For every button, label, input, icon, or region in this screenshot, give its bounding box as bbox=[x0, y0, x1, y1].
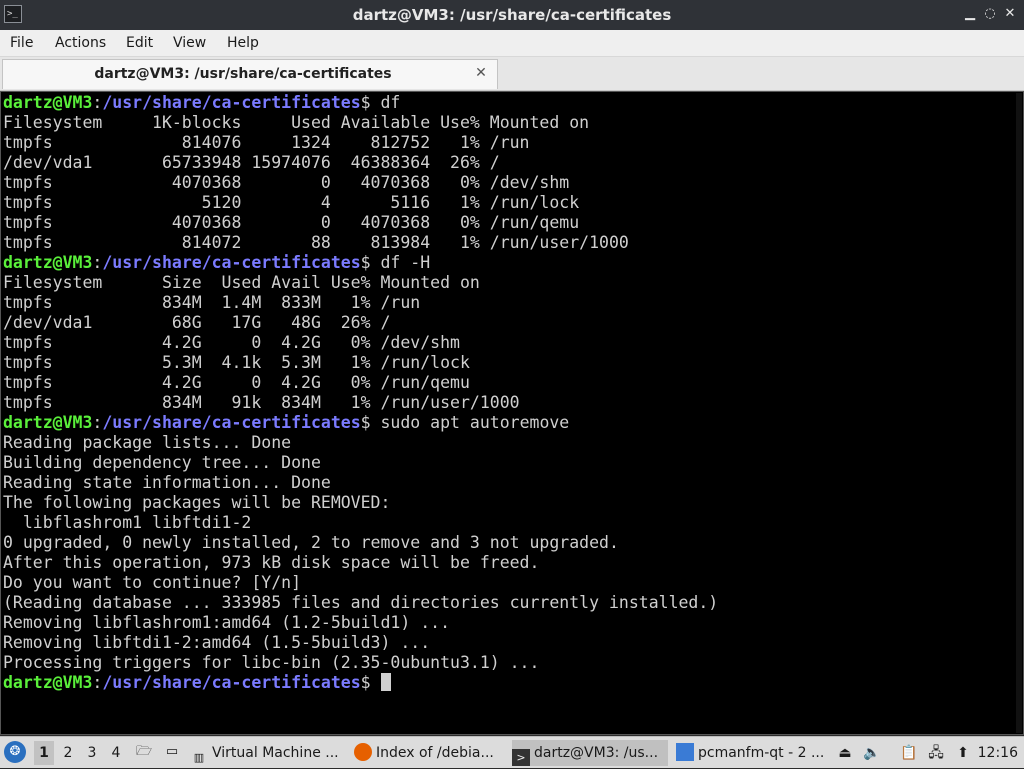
menu-file[interactable]: File bbox=[10, 30, 33, 56]
terminal-output-line: tmpfs 814076 1324 812752 1% /run bbox=[3, 133, 530, 152]
eject-icon[interactable]: ⏏ bbox=[836, 743, 854, 763]
terminal-view[interactable]: dartz@VM3:/usr/share/ca-certificates$ df… bbox=[0, 91, 1024, 735]
prompt-end: $ bbox=[360, 413, 381, 432]
clipboard-icon[interactable]: 📋 bbox=[900, 743, 918, 763]
terminal-output-line: /dev/vda1 68G 17G 48G 26% / bbox=[3, 313, 391, 332]
terminal-output-line: The following packages will be REMOVED: bbox=[3, 493, 391, 512]
vm-icon: ▥ bbox=[193, 751, 205, 764]
task-label: dartz@VM3: /us... bbox=[534, 745, 659, 761]
volume-icon[interactable]: 🔈 bbox=[862, 743, 882, 763]
terminal-output-line: Reading state information... Done bbox=[3, 473, 331, 492]
prompt-path: /usr/share/ca-certificates bbox=[102, 413, 361, 432]
clock[interactable]: 12:16 bbox=[978, 737, 1018, 769]
minimize-icon[interactable]: ▁ bbox=[962, 6, 978, 22]
terminal-output-line: tmpfs 4070368 0 4070368 0% /run/qemu bbox=[3, 213, 580, 232]
update-icon[interactable]: ⬆ bbox=[954, 743, 972, 763]
tab-terminal[interactable]: dartz@VM3: /usr/share/ca-certificates ✕ bbox=[2, 59, 498, 89]
taskbar: ❂ 1 2 3 4 🗁 ▭ ▥ Virtual Machine ... Index… bbox=[0, 736, 1024, 768]
terminal-output-line: Reading package lists... Done bbox=[3, 433, 292, 452]
prompt-separator: : bbox=[92, 673, 103, 692]
command-text: sudo apt autoremove bbox=[380, 413, 570, 432]
prompt-separator: : bbox=[92, 253, 103, 272]
menu-help[interactable]: Help bbox=[227, 30, 259, 56]
task-virtual-machine[interactable]: ▥ Virtual Machine ... bbox=[190, 740, 346, 766]
maximize-icon[interactable]: ◌ bbox=[982, 6, 998, 22]
terminal-output-line: After this operation, 973 kB disk space … bbox=[3, 553, 540, 572]
prompt-user: dartz@VM3 bbox=[3, 413, 93, 432]
menu-bar: File Actions Edit View Help bbox=[0, 30, 1024, 57]
terminal-output-line: tmpfs 4.2G 0 4.2G 0% /run/qemu bbox=[3, 373, 470, 392]
terminal-scrollbar[interactable] bbox=[1016, 93, 1022, 733]
terminal-prompt-line: dartz@VM3:/usr/share/ca-certificates$ bbox=[3, 673, 718, 693]
terminal-prompt-line: dartz@VM3:/usr/share/ca-certificates$ df bbox=[3, 93, 718, 113]
prompt-path: /usr/share/ca-certificates bbox=[102, 253, 361, 272]
terminal-output-line: tmpfs 4.2G 0 4.2G 0% /dev/shm bbox=[3, 333, 460, 352]
terminal-prompt-line: dartz@VM3:/usr/share/ca-certificates$ su… bbox=[3, 413, 718, 433]
terminal-output-line: /dev/vda1 65733948 15974076 46388364 26%… bbox=[3, 153, 500, 172]
prompt-end: $ bbox=[360, 93, 381, 112]
task-label: Index of /debia... bbox=[376, 745, 494, 761]
menu-icon[interactable]: ❂ bbox=[4, 741, 26, 763]
workspace-3[interactable]: 3 bbox=[82, 741, 102, 765]
prompt-separator: : bbox=[92, 413, 103, 432]
terminal-output-line: tmpfs 814072 88 813984 1% /run/user/1000 bbox=[3, 233, 629, 252]
task-firefox[interactable]: Index of /debia... bbox=[354, 740, 504, 766]
prompt-separator: : bbox=[92, 93, 103, 112]
tab-bar: dartz@VM3: /usr/share/ca-certificates ✕ bbox=[0, 57, 1024, 91]
terminal-output-line: tmpfs 4070368 0 4070368 0% /dev/shm bbox=[3, 173, 570, 192]
terminal-icon: > bbox=[512, 749, 530, 766]
workspace-4[interactable]: 4 bbox=[106, 741, 126, 765]
menu-actions[interactable]: Actions bbox=[55, 30, 106, 56]
prompt-path: /usr/share/ca-certificates bbox=[102, 93, 361, 112]
network-icon[interactable]: 🖧 bbox=[926, 743, 946, 763]
terminal-prompt-line: dartz@VM3:/usr/share/ca-certificates$ df… bbox=[3, 253, 718, 273]
desktop-icon[interactable]: ▭ bbox=[162, 743, 182, 761]
terminal-output-line: tmpfs 5.3M 4.1k 5.3M 1% /run/lock bbox=[3, 353, 470, 372]
command-text: df -H bbox=[380, 253, 431, 272]
workspace-2[interactable]: 2 bbox=[58, 741, 78, 765]
tab-label: dartz@VM3: /usr/share/ca-certificates bbox=[94, 66, 392, 82]
folder-icon bbox=[676, 743, 694, 761]
terminal-output-line: 0 upgraded, 0 newly installed, 2 to remo… bbox=[3, 533, 619, 552]
text-cursor bbox=[380, 673, 391, 691]
terminal-output-line: Processing triggers for libc-bin (2.35-0… bbox=[3, 653, 540, 672]
terminal-output-line: tmpfs 834M 91k 834M 1% /run/user/1000 bbox=[3, 393, 520, 412]
task-label: Virtual Machine ... bbox=[212, 745, 339, 761]
workspace-1[interactable]: 1 bbox=[34, 741, 54, 765]
terminal-output-line: Do you want to continue? [Y/n] bbox=[3, 573, 302, 592]
close-icon[interactable]: ✕ bbox=[1002, 6, 1018, 22]
window-titlebar[interactable]: >_ dartz@VM3: /usr/share/ca-certificates… bbox=[0, 0, 1024, 30]
task-file-manager[interactable]: pcmanfm-qt - 2 ... bbox=[676, 740, 826, 766]
file-manager-icon[interactable]: 🗁 bbox=[134, 743, 154, 761]
terminal-output-line: Removing libftdi1-2:amd64 (1.5-5build3) … bbox=[3, 633, 431, 652]
firefox-icon bbox=[354, 743, 372, 761]
prompt-user: dartz@VM3 bbox=[3, 253, 93, 272]
prompt-path: /usr/share/ca-certificates bbox=[102, 673, 361, 692]
command-text: df bbox=[380, 93, 401, 112]
window-title: dartz@VM3: /usr/share/ca-certificates bbox=[352, 6, 672, 24]
terminal-output-line: Filesystem 1K-blocks Used Available Use%… bbox=[3, 113, 590, 132]
menu-edit[interactable]: Edit bbox=[126, 30, 153, 56]
terminal-output-line: Building dependency tree... Done bbox=[3, 453, 321, 472]
terminal-output-line: tmpfs 5120 4 5116 1% /run/lock bbox=[3, 193, 580, 212]
terminal-output-line: Filesystem Size Used Avail Use% Mounted … bbox=[3, 273, 480, 292]
prompt-user: dartz@VM3 bbox=[3, 93, 93, 112]
prompt-end: $ bbox=[360, 673, 381, 692]
terminal-output: dartz@VM3:/usr/share/ca-certificates$ df… bbox=[3, 93, 718, 693]
terminal-output-line: libflashrom1 libftdi1-2 bbox=[3, 513, 252, 532]
task-terminal[interactable]: > dartz@VM3: /us... bbox=[512, 740, 668, 766]
prompt-user: dartz@VM3 bbox=[3, 673, 93, 692]
task-label: pcmanfm-qt - 2 ... bbox=[698, 745, 825, 761]
terminal-output-line: Removing libflashrom1:amd64 (1.2-5build1… bbox=[3, 613, 451, 632]
terminal-output-line: (Reading database ... 333985 files and d… bbox=[3, 593, 719, 612]
tab-close-icon[interactable]: ✕ bbox=[473, 65, 489, 81]
prompt-end: $ bbox=[360, 253, 381, 272]
terminal-output-line: tmpfs 834M 1.4M 833M 1% /run bbox=[3, 293, 421, 312]
menu-view[interactable]: View bbox=[173, 30, 206, 56]
